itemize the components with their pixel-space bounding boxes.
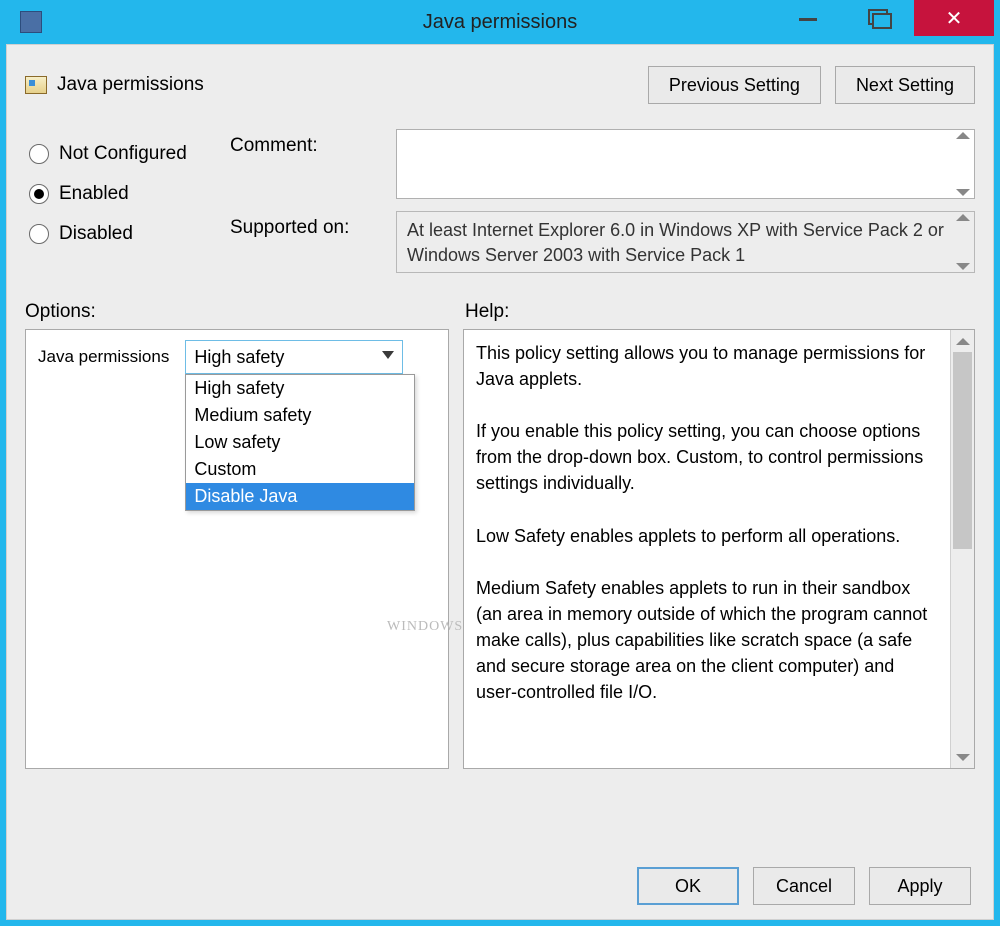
ok-button[interactable]: OK (637, 867, 739, 905)
radio-icon (29, 184, 49, 204)
radio-disabled[interactable]: Disabled (29, 223, 230, 245)
window-controls: ✕ (772, 0, 994, 38)
supported-label: Supported on: (230, 211, 380, 273)
java-permissions-dropdown[interactable]: High safety High safetyMedium safetyLow … (185, 340, 403, 374)
titlebar[interactable]: Java permissions ✕ (6, 0, 994, 44)
minimize-button[interactable] (774, 0, 842, 32)
state-radio-group: Not Configured Enabled Disabled (25, 129, 230, 285)
dropdown-item[interactable]: Low safety (186, 429, 414, 456)
help-panel: This policy setting allows you to manage… (463, 329, 975, 769)
comment-textbox[interactable] (396, 129, 975, 199)
close-button[interactable]: ✕ (914, 0, 994, 36)
dropdown-value: High safety (194, 347, 284, 368)
scroll-track[interactable] (951, 352, 974, 746)
chevron-down-icon (382, 351, 394, 359)
supported-on-text: At least Internet Explorer 6.0 in Window… (407, 220, 944, 265)
dropdown-list[interactable]: High safetyMedium safetyLow safetyCustom… (185, 374, 415, 511)
apply-button[interactable]: Apply (869, 867, 971, 905)
options-section-label: Options: (25, 301, 465, 323)
comment-label: Comment: (230, 129, 380, 199)
scroll-down-button[interactable] (951, 746, 974, 768)
policy-name-label: Java permissions (57, 74, 204, 96)
radio-icon (29, 144, 49, 164)
policy-icon (25, 76, 47, 94)
dropdown-item[interactable]: High safety (186, 375, 414, 402)
radio-label: Enabled (59, 183, 129, 205)
next-setting-button[interactable]: Next Setting (835, 66, 975, 104)
policy-title: Java permissions (25, 74, 204, 96)
scroll-thumb[interactable] (953, 352, 972, 549)
previous-setting-button[interactable]: Previous Setting (648, 66, 821, 104)
radio-enabled[interactable]: Enabled (29, 183, 230, 205)
maximize-button[interactable] (844, 0, 912, 32)
radio-not-configured[interactable]: Not Configured (29, 143, 230, 165)
arrow-up-icon (956, 338, 970, 345)
options-panel: Java permissions High safety High safety… (25, 329, 449, 769)
window: Java permissions ✕ Java permissions Prev… (0, 0, 1000, 926)
help-text: This policy setting allows you to manage… (464, 330, 950, 768)
textbox-scrollbar[interactable] (954, 132, 972, 196)
help-scrollbar[interactable] (950, 330, 974, 768)
scroll-up-button[interactable] (951, 330, 974, 352)
arrow-down-icon (956, 754, 970, 761)
dropdown-display[interactable]: High safety (185, 340, 403, 374)
dropdown-item[interactable]: Disable Java (186, 483, 414, 510)
dropdown-label: Java permissions (38, 347, 169, 367)
dropdown-item[interactable]: Medium safety (186, 402, 414, 429)
supported-on-box: At least Internet Explorer 6.0 in Window… (396, 211, 975, 273)
scroll-down-icon (956, 189, 970, 196)
scroll-up-icon (956, 214, 970, 221)
scroll-up-icon (956, 132, 970, 139)
supported-scrollbar[interactable] (954, 214, 972, 270)
radio-label: Not Configured (59, 143, 187, 165)
dialog-body: Java permissions Previous Setting Next S… (6, 44, 994, 920)
help-section-label: Help: (465, 301, 509, 323)
dropdown-item[interactable]: Custom (186, 456, 414, 483)
cancel-button[interactable]: Cancel (753, 867, 855, 905)
radio-icon (29, 224, 49, 244)
radio-label: Disabled (59, 223, 133, 245)
scroll-down-icon (956, 263, 970, 270)
